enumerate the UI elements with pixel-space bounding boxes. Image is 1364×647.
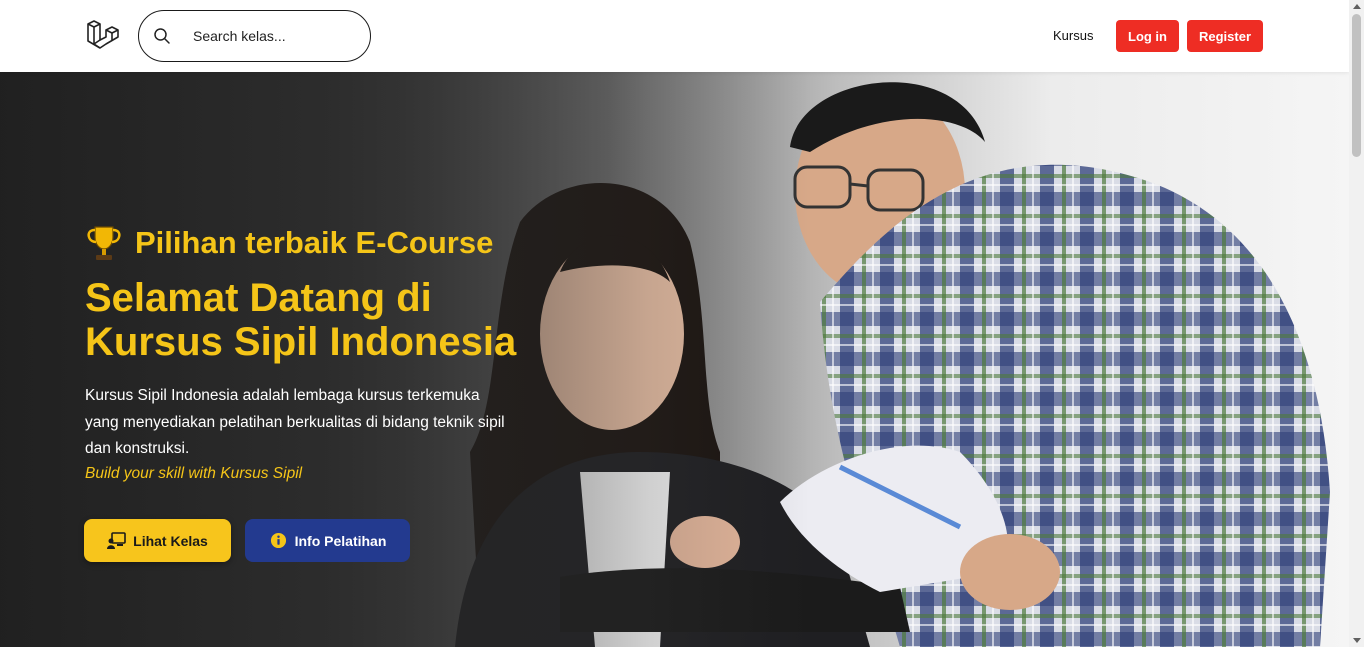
info-pelatihan-label: Info Pelatihan [294,532,387,549]
register-button[interactable]: Register [1187,20,1263,52]
page: Kursus Log in Register [0,0,1364,647]
lihat-kelas-label: Lihat Kelas [133,532,208,549]
scroll-up-arrow-icon[interactable] [1353,4,1361,9]
hero-section: Pilihan terbaik E-Course Selamat Datang … [0,72,1349,647]
hero-title-line2: Kursus Sipil Indonesia [85,320,517,364]
info-circle-icon [270,532,286,549]
hero-description: Kursus Sipil Indonesia adalah lembaga ku… [85,387,505,457]
navbar: Kursus Log in Register [0,0,1349,72]
search-icon [154,28,170,44]
search-box[interactable] [138,10,371,62]
hero-slogan: Build your skill with Kursus Sipil [85,465,303,482]
tagline-text: Pilihan terbaik E-Course [135,225,494,260]
scrollbar-thumb[interactable] [1352,14,1361,157]
hero-title: Selamat Datang di Kursus Sipil Indonesia [85,276,565,364]
page-scrollbar[interactable] [1349,0,1364,647]
laravel-logo-icon[interactable] [84,18,120,54]
hero-title-line1: Selamat Datang di [85,276,432,320]
chalkboard-teacher-icon [107,532,126,549]
nav-link-kursus[interactable]: Kursus [1053,28,1093,43]
info-pelatihan-button[interactable]: Info Pelatihan [245,519,410,562]
lihat-kelas-button[interactable]: Lihat Kelas [84,519,231,562]
trophy-icon [87,226,121,260]
scroll-down-arrow-icon[interactable] [1353,638,1361,643]
login-button[interactable]: Log in [1116,20,1179,52]
hero-tagline: Pilihan terbaik E-Course [86,224,493,262]
search-input[interactable] [191,27,341,45]
